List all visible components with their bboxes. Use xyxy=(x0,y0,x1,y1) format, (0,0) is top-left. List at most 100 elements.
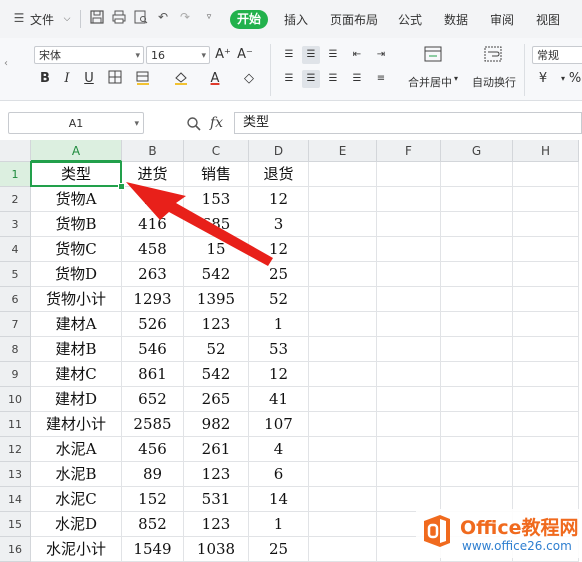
cell-f9[interactable] xyxy=(377,362,441,387)
cell-d4[interactable]: 12 xyxy=(249,237,309,262)
cell-e16[interactable] xyxy=(309,537,377,562)
row-header[interactable]: 2 xyxy=(0,187,31,212)
distributed-icon[interactable]: ≡ xyxy=(372,70,390,88)
italic-button[interactable]: I xyxy=(58,70,76,88)
row-header[interactable]: 7 xyxy=(0,312,31,337)
cell-d2[interactable]: 12 xyxy=(249,187,309,212)
cell-e12[interactable] xyxy=(309,437,377,462)
cell-h7[interactable] xyxy=(513,312,579,337)
cell-f10[interactable] xyxy=(377,387,441,412)
customize-dropdown-icon[interactable]: ▿ xyxy=(202,10,216,24)
cell-a12[interactable]: 水泥A xyxy=(31,437,122,462)
cell-g12[interactable] xyxy=(441,437,513,462)
print-preview-icon[interactable] xyxy=(134,10,148,24)
justify-icon[interactable]: ☰ xyxy=(348,70,366,88)
cell-b2[interactable]: 13 xyxy=(122,187,184,212)
column-header-g[interactable]: G xyxy=(441,140,513,162)
cell-d14[interactable]: 14 xyxy=(249,487,309,512)
cell-h4[interactable] xyxy=(513,237,579,262)
cell-e9[interactable] xyxy=(309,362,377,387)
cell-g6[interactable] xyxy=(441,287,513,312)
cell-c1[interactable]: 销售 xyxy=(184,162,249,187)
cell-a10[interactable]: 建材D xyxy=(31,387,122,412)
wrap-text-icon[interactable] xyxy=(484,46,502,64)
cell-c13[interactable]: 123 xyxy=(184,462,249,487)
fill-handle[interactable] xyxy=(118,183,125,190)
cell-d6[interactable]: 52 xyxy=(249,287,309,312)
cell-b6[interactable]: 1293 xyxy=(122,287,184,312)
cell-e15[interactable] xyxy=(309,512,377,537)
font-name-select[interactable]: 宋体 ▾ xyxy=(34,46,144,64)
cell-e10[interactable] xyxy=(309,387,377,412)
decrease-indent-icon[interactable]: ⇤ xyxy=(348,46,366,64)
cell-g2[interactable] xyxy=(441,187,513,212)
merge-center-icon[interactable] xyxy=(424,46,442,64)
undo-icon[interactable]: ↶ xyxy=(156,10,170,24)
column-header-d[interactable]: D xyxy=(249,140,309,162)
cell-d3[interactable]: 3 xyxy=(249,212,309,237)
cell-g9[interactable] xyxy=(441,362,513,387)
border-icon[interactable] xyxy=(106,70,124,88)
cell-f11[interactable] xyxy=(377,412,441,437)
cell-e5[interactable] xyxy=(309,262,377,287)
cell-d15[interactable]: 1 xyxy=(249,512,309,537)
cell-e4[interactable] xyxy=(309,237,377,262)
redo-icon[interactable]: ↷ xyxy=(178,10,192,24)
shrink-font-icon[interactable]: A⁻ xyxy=(236,46,254,64)
row-header[interactable]: 11 xyxy=(0,412,31,437)
cell-e7[interactable] xyxy=(309,312,377,337)
cell-a7[interactable]: 建材A xyxy=(31,312,122,337)
row-header[interactable]: 16 xyxy=(0,537,31,562)
cell-d13[interactable]: 6 xyxy=(249,462,309,487)
cell-d5[interactable]: 25 xyxy=(249,262,309,287)
cell-b1[interactable]: 进货 xyxy=(122,162,184,187)
cell-c16[interactable]: 1038 xyxy=(184,537,249,562)
row-header[interactable]: 13 xyxy=(0,462,31,487)
paint-bucket-icon[interactable] xyxy=(172,70,190,88)
row-header[interactable]: 10 xyxy=(0,387,31,412)
column-header-f[interactable]: F xyxy=(377,140,441,162)
column-header-c[interactable]: C xyxy=(184,140,249,162)
cell-d9[interactable]: 12 xyxy=(249,362,309,387)
cell-a13[interactable]: 水泥B xyxy=(31,462,122,487)
file-menu[interactable]: 文件 xyxy=(30,11,54,28)
cell-e1[interactable] xyxy=(309,162,377,187)
cell-f8[interactable] xyxy=(377,337,441,362)
cell-f4[interactable] xyxy=(377,237,441,262)
cell-d10[interactable]: 41 xyxy=(249,387,309,412)
cell-g1[interactable] xyxy=(441,162,513,187)
tab-insert[interactable]: 插入 xyxy=(284,11,308,28)
row-header[interactable]: 6 xyxy=(0,287,31,312)
cell-b5[interactable]: 263 xyxy=(122,262,184,287)
column-header-a[interactable]: A xyxy=(31,140,122,162)
row-header[interactable]: 1 xyxy=(0,162,31,187)
name-box[interactable]: A1 ▾ xyxy=(8,112,144,134)
cell-h8[interactable] xyxy=(513,337,579,362)
cell-f12[interactable] xyxy=(377,437,441,462)
cell-h11[interactable] xyxy=(513,412,579,437)
font-color-icon[interactable]: A xyxy=(206,70,224,88)
number-format-select[interactable]: 常规 xyxy=(532,46,582,64)
percent-icon[interactable]: % xyxy=(566,70,582,88)
cell-a16[interactable]: 水泥小计 xyxy=(31,537,122,562)
cell-c4[interactable]: 15 xyxy=(184,237,249,262)
cell-f2[interactable] xyxy=(377,187,441,212)
cell-b7[interactable]: 526 xyxy=(122,312,184,337)
row-header[interactable]: 14 xyxy=(0,487,31,512)
underline-button[interactable]: U xyxy=(80,70,98,88)
cell-c5[interactable]: 542 xyxy=(184,262,249,287)
cell-b10[interactable]: 652 xyxy=(122,387,184,412)
cell-g7[interactable] xyxy=(441,312,513,337)
cell-a4[interactable]: 货物C xyxy=(31,237,122,262)
row-header[interactable]: 5 xyxy=(0,262,31,287)
cell-c9[interactable]: 542 xyxy=(184,362,249,387)
cell-d1[interactable]: 退货 xyxy=(249,162,309,187)
align-left-icon[interactable]: ☰ xyxy=(280,70,298,88)
cell-g3[interactable] xyxy=(441,212,513,237)
cell-b8[interactable]: 546 xyxy=(122,337,184,362)
cell-c2[interactable]: 153 xyxy=(184,187,249,212)
cell-h3[interactable] xyxy=(513,212,579,237)
align-center-icon[interactable]: ☰ xyxy=(302,70,320,88)
cell-h2[interactable] xyxy=(513,187,579,212)
cell-e8[interactable] xyxy=(309,337,377,362)
